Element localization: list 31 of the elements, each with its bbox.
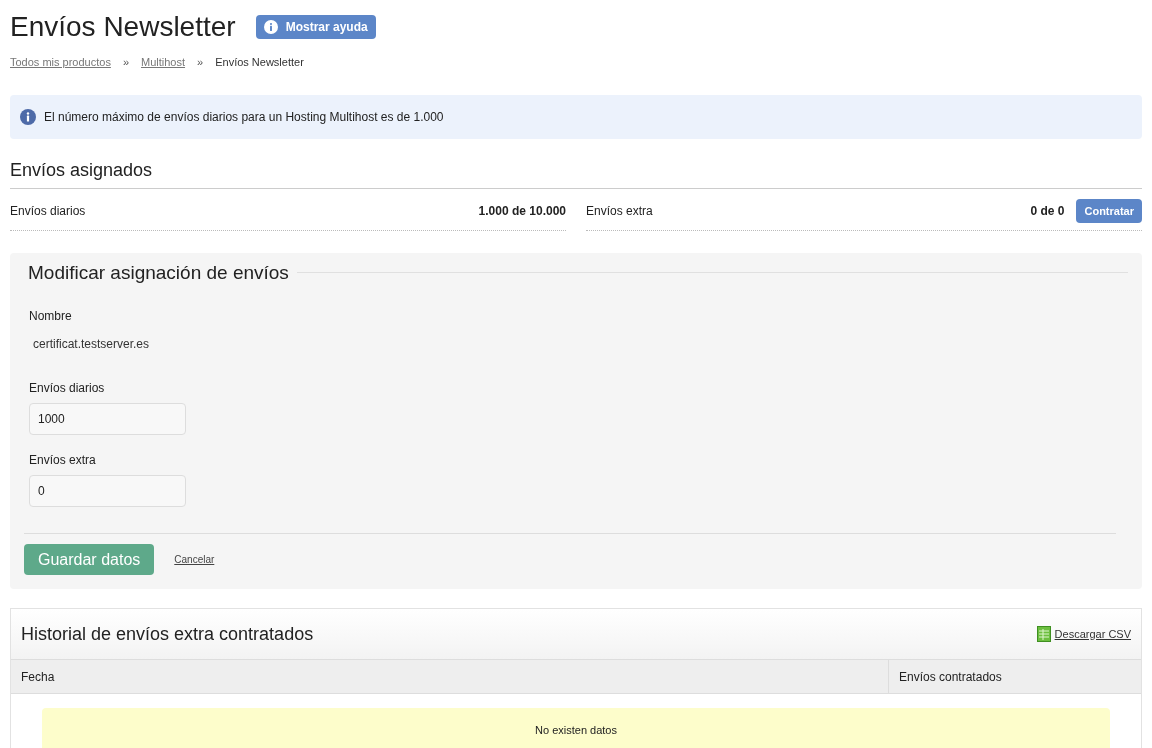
number-field[interactable]: 1000 [29, 403, 186, 435]
empty-message: No existen datos [42, 708, 1110, 748]
info-icon [20, 108, 36, 125]
field-label: Nombre [29, 308, 73, 325]
breadcrumb-separator: » [197, 55, 204, 70]
column-header: Envíos contratados [898, 668, 1003, 686]
breadcrumb-current: Envíos Newsletter [215, 55, 304, 70]
stat-label: Envíos extra [586, 203, 653, 220]
history-title: Historial de envíos extra contratados [21, 622, 314, 646]
cancel-link[interactable]: Cancelar [174, 552, 215, 567]
help-button[interactable]: Mostrar ayuda [255, 15, 376, 39]
stat-value: 1.000 de 10.000 [478, 203, 566, 220]
number-field[interactable]: 0 [29, 475, 186, 507]
info-icon [263, 20, 278, 34]
breadcrumb-link[interactable]: Todos mis productos [10, 54, 111, 71]
breadcrumb-link[interactable]: Multihost [141, 54, 186, 71]
section-title: Envíos asignados [10, 156, 1142, 189]
download-link[interactable]: Descargar CSV [1036, 625, 1131, 643]
field-label: Envíos extra [29, 452, 97, 469]
name-value: certificat.testserver.es [32, 336, 151, 353]
page-title: Envíos Newsletter [10, 10, 236, 44]
stat-label: Envíos diarios [10, 203, 86, 220]
column-header: Fecha [11, 660, 889, 693]
save-button[interactable]: Guardar datos [24, 544, 155, 575]
field-label: Envíos diarios [29, 380, 106, 397]
hire-button[interactable]: Contratar [1076, 199, 1142, 223]
breadcrumb-separator: » [122, 55, 129, 70]
spreadsheet-icon [1036, 626, 1051, 642]
form-title: Modificar asignación de envíos [28, 260, 289, 285]
stat-value: 0 de 0 [1030, 203, 1065, 220]
info-text: El número máximo de envíos diarios para un Hosting Multihost es de 1.000 [44, 108, 444, 126]
